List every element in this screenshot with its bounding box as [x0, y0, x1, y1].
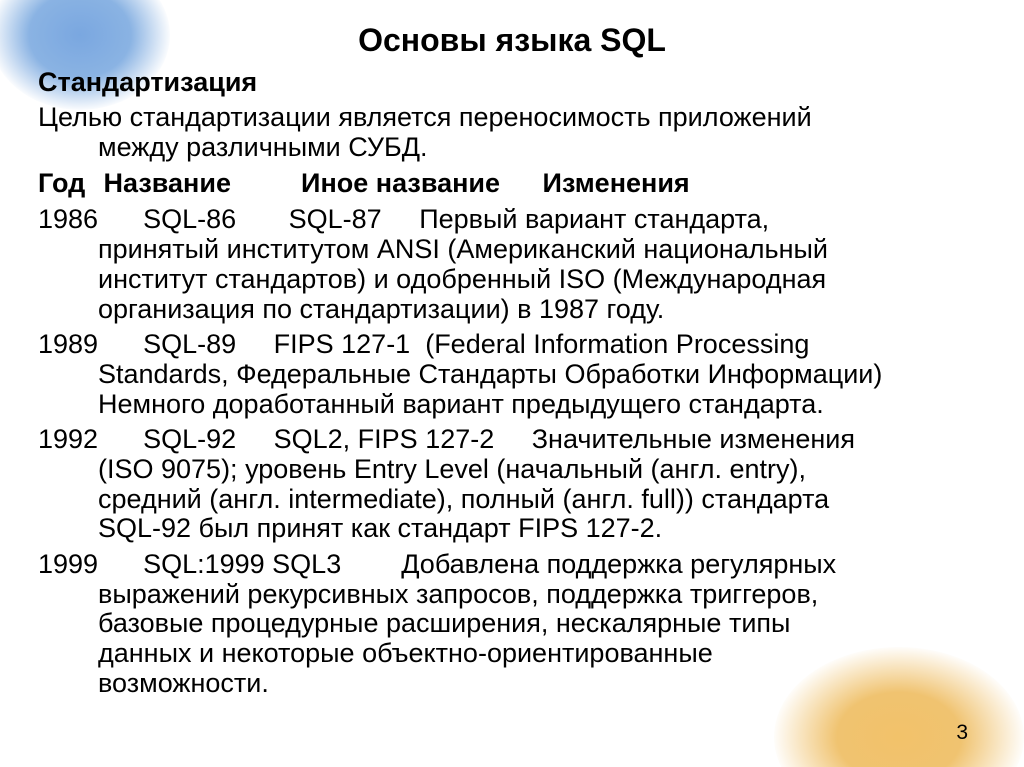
- entry-cont: институт стандартов) и одобренный ISO (М…: [38, 265, 988, 295]
- columns-header: Год Название Иное название Изменения: [38, 168, 988, 199]
- entry-first-line: 1992 SQL-92 SQL2, FIPS 127-2 Значительны…: [38, 424, 855, 454]
- intro-line-1: Целью стандартизации является переносимо…: [38, 102, 812, 132]
- intro-paragraph: Целью стандартизации является переносимо…: [38, 102, 988, 162]
- entry-cont: (ISO 9075); уровень Entry Level (начальн…: [38, 455, 988, 485]
- entry-cont: выражений рекурсивных запросов, поддержк…: [38, 580, 988, 610]
- col-year: Год: [38, 168, 96, 199]
- standard-entry: 1986 SQL-86 SQL-87 Первый вариант станда…: [38, 205, 988, 324]
- entry-cont: возможности.: [38, 669, 988, 699]
- page-title: Основы языка SQL: [36, 22, 988, 59]
- entry-cont: данных и некоторые объектно-ориентирован…: [38, 639, 988, 669]
- col-changes: Изменения: [543, 168, 690, 199]
- entry-cont: базовые процедурные расширения, нескаляр…: [38, 609, 988, 639]
- section-heading: Стандартизация: [38, 67, 988, 98]
- page-number: 3: [956, 721, 968, 745]
- entry-cont: SQL-92 был принят как стандарт FIPS 127-…: [38, 514, 988, 544]
- entry-cont: Немного доработанный вариант предыдущего…: [38, 390, 988, 420]
- col-altname: Иное название: [301, 168, 535, 199]
- entry-first-line: 1986 SQL-86 SQL-87 Первый вариант станда…: [38, 204, 769, 234]
- entry-first-line: 1989 SQL-89 FIPS 127-1 (Federal Informat…: [38, 329, 809, 359]
- standard-entry: 1989 SQL-89 FIPS 127-1 (Federal Informat…: [38, 330, 988, 419]
- col-name: Название: [104, 168, 294, 199]
- standard-entry: 1992 SQL-92 SQL2, FIPS 127-2 Значительны…: [38, 425, 988, 544]
- entry-cont: организация по стандартизации) в 1987 го…: [38, 295, 988, 325]
- entry-cont: средний (англ. intermediate), полный (ан…: [38, 485, 988, 515]
- slide-content: Основы языка SQL Стандартизация Целью ст…: [0, 0, 1024, 698]
- entry-first-line: 1999 SQL:1999 SQL3 Добавлена поддержка р…: [38, 549, 836, 579]
- entry-cont: Standards, Федеральные Стандарты Обработ…: [38, 360, 988, 390]
- standard-entry: 1999 SQL:1999 SQL3 Добавлена поддержка р…: [38, 550, 988, 698]
- intro-line-2: между различными СУБД.: [38, 132, 988, 162]
- entry-cont: принятый институтом ANSI (Американский н…: [38, 235, 988, 265]
